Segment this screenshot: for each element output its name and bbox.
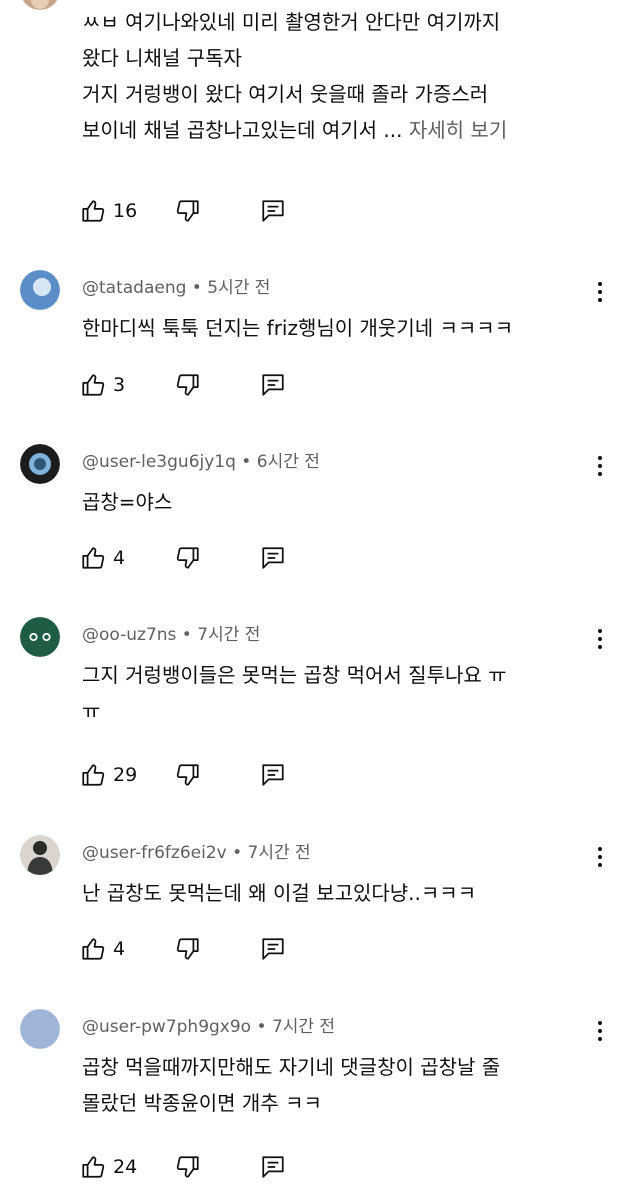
comment-time: 7시간 전: [197, 625, 261, 645]
reply-icon[interactable]: [260, 198, 286, 224]
dislike-icon[interactable]: [175, 545, 201, 571]
comment-text: ㅆㅂ 여기나와있네 미리 촬영한거 안다만 여기까지 왔다 니채널 구독자 거지…: [82, 4, 592, 148]
dislike-icon[interactable]: [175, 372, 201, 398]
comment-line: 곱창=야스: [82, 490, 173, 514]
reply-icon[interactable]: [260, 372, 286, 398]
comment-line: 난 곱창도 못먹는데 왜 이걸 보고있다냥..ㅋㅋㅋ: [82, 881, 477, 905]
more-options-icon[interactable]: [588, 452, 612, 480]
more-options-icon[interactable]: [588, 1017, 612, 1045]
comment-line: 몰랐던 박종윤이면 개추 ㅋㅋ: [82, 1091, 322, 1115]
like-count: 29: [113, 764, 138, 786]
avatar[interactable]: [20, 270, 60, 310]
avatar[interactable]: [20, 0, 60, 10]
like-icon[interactable]: [80, 1154, 106, 1180]
comment-meta: @user-le3gu6jy1q • 6시간 전: [82, 452, 320, 472]
comment-actions: 4: [80, 545, 340, 573]
comment-actions: 29: [80, 762, 340, 790]
comment-time: 5시간 전: [207, 278, 271, 298]
comment-meta: @user-fr6fz6ei2v • 7시간 전: [82, 843, 311, 863]
comment-text: 난 곱창도 못먹는데 왜 이걸 보고있다냥..ㅋㅋㅋ: [82, 875, 592, 911]
like-icon[interactable]: [80, 372, 106, 398]
comment-author[interactable]: @user-le3gu6jy1q: [82, 452, 236, 472]
comment-actions: 4: [80, 936, 340, 964]
comment-text: 곱창=야스: [82, 484, 592, 520]
comment-author[interactable]: @user-fr6fz6ei2v: [82, 843, 227, 863]
dislike-icon[interactable]: [175, 936, 201, 962]
reply-icon[interactable]: [260, 936, 286, 962]
avatar[interactable]: [20, 835, 60, 875]
reply-icon[interactable]: [260, 762, 286, 788]
avatar[interactable]: [20, 444, 60, 484]
comment-text: 그지 거렁뱅이들은 못먹는 곱창 먹어서 질투나요 ㅠ ㅠ: [82, 657, 592, 729]
comment-line: 왔다 니채널 구독자: [82, 46, 242, 70]
comment-line: 곱창 먹을때까지만해도 자기네 댓글창이 곱창날 줄: [82, 1055, 501, 1079]
reply-icon[interactable]: [260, 545, 286, 571]
comment-meta: @oo-uz7ns • 7시간 전: [82, 625, 261, 645]
comment-actions: 16: [80, 198, 340, 226]
comment-line: 그지 거렁뱅이들은 못먹는 곱창 먹어서 질투나요 ㅠ: [82, 663, 507, 687]
comment-author[interactable]: @tatadaeng: [82, 278, 186, 298]
comment-line: ㅆㅂ 여기나와있네 미리 촬영한거 안다만 여기까지: [82, 10, 501, 34]
dislike-icon[interactable]: [175, 1154, 201, 1180]
more-options-icon[interactable]: [588, 278, 612, 306]
comment-text: 한마디씩 툭툭 던지는 friz행님이 개웃기네 ㅋㅋㅋㅋ: [82, 310, 592, 346]
like-count: 24: [113, 1156, 138, 1178]
comment-line: 보이네 채널 곱창나고있는데 여기서 ...: [82, 118, 403, 142]
comment-time: 6시간 전: [256, 452, 320, 472]
comment-line: 한마디씩 툭툭 던지는 friz행님이 개웃기네 ㅋㅋㅋㅋ: [82, 316, 514, 340]
comment-author[interactable]: @oo-uz7ns: [82, 625, 176, 645]
comment-line: ㅠ: [82, 699, 101, 723]
more-options-icon[interactable]: [588, 625, 612, 653]
comment-meta: @user-pw7ph9gx9o • 7시간 전: [82, 1017, 336, 1037]
comment-author[interactable]: @user-pw7ph9gx9o: [82, 1017, 251, 1037]
comment-time: 7시간 전: [271, 1017, 336, 1037]
comment-text: 곱창 먹을때까지만해도 자기네 댓글창이 곱창날 줄 몰랐던 박종윤이면 개추 …: [82, 1049, 592, 1121]
like-count: 4: [113, 938, 126, 960]
reply-icon[interactable]: [260, 1154, 286, 1180]
like-count: 4: [113, 547, 126, 569]
avatar[interactable]: [20, 1009, 60, 1049]
comment-actions: 24: [80, 1154, 340, 1182]
more-options-icon[interactable]: [588, 843, 612, 871]
like-icon[interactable]: [80, 936, 106, 962]
like-count: 16: [113, 200, 138, 222]
dislike-icon[interactable]: [175, 198, 201, 224]
comment-meta: @tatadaeng • 5시간 전: [82, 278, 271, 298]
like-count: 3: [113, 374, 126, 396]
like-icon[interactable]: [80, 198, 106, 224]
read-more-link[interactable]: 자세히 보기: [409, 118, 507, 142]
dislike-icon[interactable]: [175, 762, 201, 788]
comment-time: 7시간 전: [247, 843, 311, 863]
comment-actions: 3: [80, 372, 340, 400]
comment-line: 거지 거렁뱅이 왔다 여기서 웃을때 졸라 가증스러: [82, 82, 489, 106]
avatar[interactable]: [20, 617, 60, 657]
like-icon[interactable]: [80, 545, 106, 571]
like-icon[interactable]: [80, 762, 106, 788]
